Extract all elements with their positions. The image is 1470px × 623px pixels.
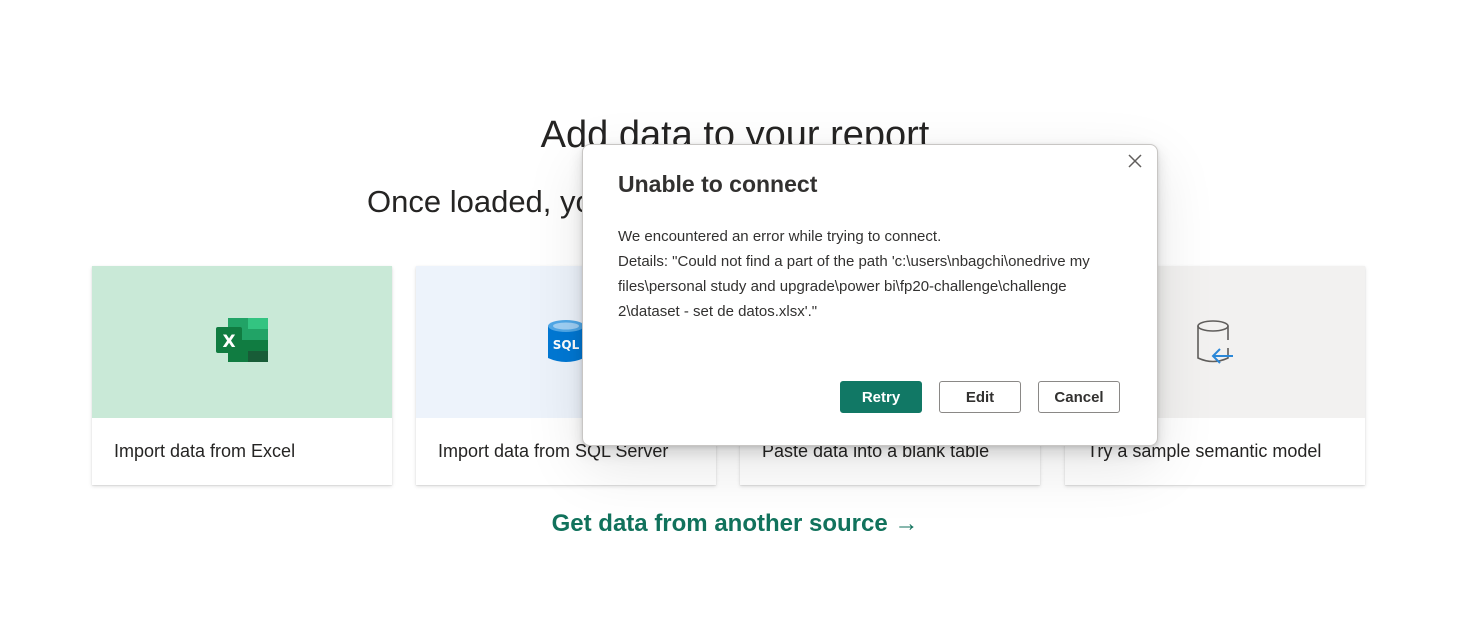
cancel-button[interactable]: Cancel — [1038, 381, 1120, 413]
dialog-body: We encountered an error while trying to … — [618, 224, 1118, 324]
excel-icon: X — [215, 316, 269, 369]
add-data-page: Add data to your report Once loaded, yo … — [0, 0, 1470, 623]
import-excel-card[interactable]: X Import data from Excel — [92, 266, 392, 485]
close-icon[interactable] — [1125, 151, 1145, 171]
dialog-title: Unable to connect — [618, 171, 818, 197]
error-details: Details: "Could not find a part of the p… — [618, 253, 1090, 320]
retry-button[interactable]: Retry — [840, 381, 922, 413]
edit-button[interactable]: Edit — [939, 381, 1021, 413]
sample-model-icon — [1195, 318, 1235, 373]
svg-text:X: X — [222, 332, 235, 352]
get-data-another-source-link[interactable]: Get data from another source → — [0, 508, 1470, 540]
card-label: Import data from Excel — [114, 441, 296, 461]
error-message: We encountered an error while trying to … — [618, 228, 942, 245]
dialog-button-row: Retry Edit Cancel — [840, 381, 1120, 413]
unable-to-connect-dialog: Unable to connect We encountered an erro… — [582, 144, 1158, 446]
card-icon-area: X — [92, 266, 392, 418]
page-subtitle: Once loaded, yo — [367, 184, 593, 219]
svg-text:SQL: SQL — [553, 338, 580, 352]
sql-server-icon: SQL — [546, 318, 586, 371]
